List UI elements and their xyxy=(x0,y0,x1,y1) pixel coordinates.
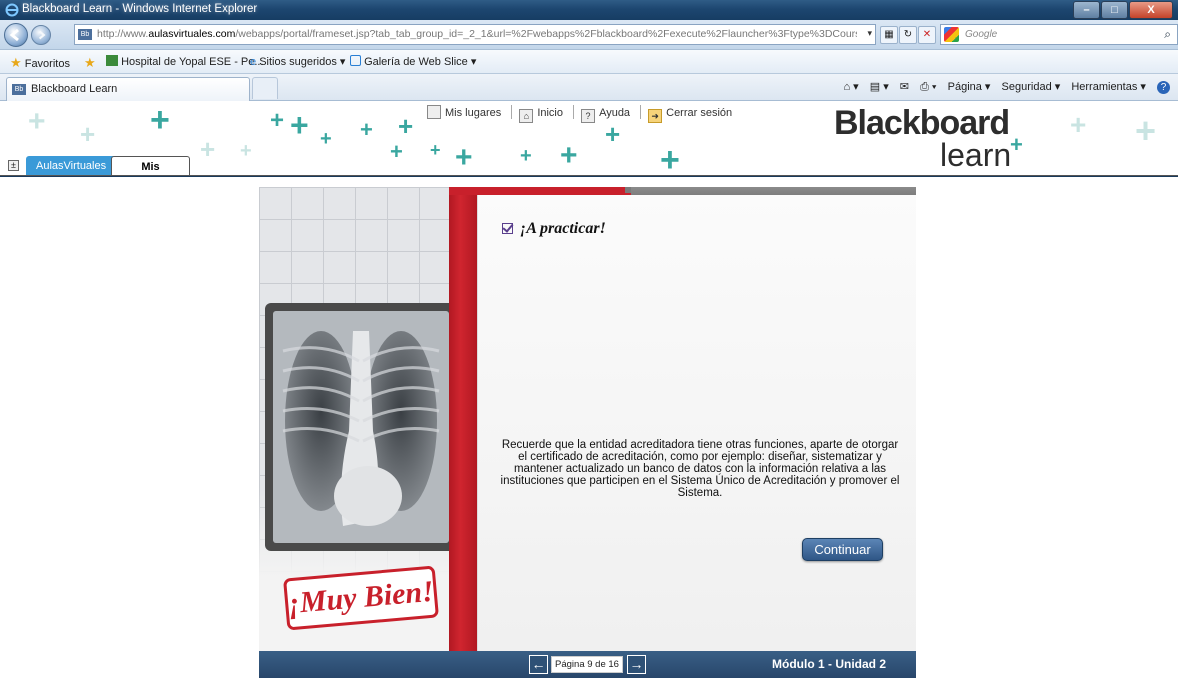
ie-logo-icon xyxy=(5,3,19,17)
fav-link-hospital[interactable]: Hospital de Yopal ESE - Pe... xyxy=(106,55,264,68)
home-icon[interactable]: ⌂ ▾ xyxy=(843,81,858,93)
xray-image-frame xyxy=(265,303,457,551)
home-icon: ⌂ xyxy=(519,109,534,123)
command-bar: ⌂ ▾ ▤ ▾ ✉ ⎙ ▾ Página ▾ Seguridad ▾ Herra… xyxy=(835,80,1170,94)
lesson-footer: ← Página 9 de 16 → Módulo 1 - Unidad 2 xyxy=(259,651,916,678)
link-mis-lugares[interactable]: Mis lugares xyxy=(427,105,501,119)
new-tab-button[interactable] xyxy=(252,77,278,99)
address-bar: Bb http://www.aulasvirtuales.com/webapps… xyxy=(0,20,1178,50)
tab-favicon: Bb xyxy=(12,84,26,95)
tab-mis-cursos[interactable]: Mis Cursos xyxy=(111,156,190,176)
window-controls: – □ X xyxy=(1072,1,1173,19)
search-icon[interactable]: ⌕ xyxy=(1164,27,1171,42)
window-title: Blackboard Learn - Windows Internet Expl… xyxy=(22,3,258,15)
header-divider xyxy=(0,175,1178,176)
places-icon xyxy=(427,105,441,119)
browser-tab-bar: Bb Blackboard Learn ⌂ ▾ ▤ ▾ ✉ ⎙ ▾ Página… xyxy=(0,74,1178,101)
lesson-content: ¡A practicar! Recuerde que la entidad ac… xyxy=(477,195,916,651)
forward-arrow-icon xyxy=(38,30,46,40)
url-text: http://www.aulasvirtuales.com/webapps/po… xyxy=(97,28,857,40)
fav-link-suggested[interactable]: e Sitios sugeridos ▾ xyxy=(250,55,345,68)
link-inicio[interactable]: ⌂ Inicio xyxy=(519,107,563,123)
search-placeholder: Google xyxy=(965,29,998,40)
tab-label: Blackboard Learn xyxy=(31,83,118,95)
lesson-player: ¡Muy Bien! ¡A practicar! Recuerde que la… xyxy=(259,187,916,678)
favorites-bar: ★ Favoritos ★ Hospital de Yopal ESE - Pe… xyxy=(0,50,1178,74)
tab-aulas-virtuales[interactable]: AulasVirtuales xyxy=(26,156,117,176)
back-button[interactable] xyxy=(4,23,28,47)
stamp-text: ¡Muy Bien! xyxy=(286,574,436,621)
help-icon: ? xyxy=(581,109,596,123)
logo-plus-icon: + xyxy=(1010,132,1023,157)
site-favicon: Bb xyxy=(78,29,92,40)
logout-icon: ➜ xyxy=(648,109,663,123)
checkbox-icon xyxy=(502,223,513,234)
learn-logo: learn xyxy=(940,137,1012,173)
compat-view-icon[interactable]: ▦ xyxy=(880,26,898,44)
prev-page-button[interactable]: ← xyxy=(529,655,548,674)
mail-icon[interactable]: ✉ xyxy=(900,81,909,93)
maximize-button[interactable]: □ xyxy=(1101,1,1128,19)
help-icon[interactable]: ? xyxy=(1157,81,1170,94)
star-icon: ★ xyxy=(10,55,22,70)
add-favorite-icon[interactable]: ★ xyxy=(84,55,96,71)
fav-link-webslice[interactable]: Galería de Web Slice ▾ xyxy=(350,55,476,68)
link-ayuda[interactable]: ? Ayuda xyxy=(581,107,630,123)
menu-herramientas[interactable]: Herramientas ▾ xyxy=(1071,81,1146,93)
tab-blackboard-learn[interactable]: Bb Blackboard Learn xyxy=(6,77,250,101)
lesson-paragraph: Recuerde que la entidad acreditadora tie… xyxy=(500,439,900,499)
red-top-strip xyxy=(449,187,639,195)
arrow-left-icon: ← xyxy=(531,656,546,672)
window-titlebar: Blackboard Learn - Windows Internet Expl… xyxy=(0,0,1178,20)
xray-illustration xyxy=(273,311,449,543)
red-divider-band xyxy=(449,187,477,651)
link-cerrar-sesion[interactable]: ➜ Cerrar sesión xyxy=(648,107,732,123)
continuar-button[interactable]: Continuar xyxy=(802,538,883,561)
url-input[interactable]: Bb http://www.aulasvirtuales.com/webapps… xyxy=(74,24,876,45)
page-indicator: Página 9 de 16 xyxy=(551,656,623,673)
url-dropdown-icon[interactable]: ▾ xyxy=(867,28,872,39)
chest-xray-image xyxy=(273,311,449,543)
lesson-heading: ¡A practicar! xyxy=(520,220,606,237)
menu-seguridad[interactable]: Seguridad ▾ xyxy=(1002,81,1061,93)
favorites-button[interactable]: ★ Favoritos xyxy=(10,55,70,71)
close-window-button[interactable]: X xyxy=(1129,1,1173,19)
google-logo-icon xyxy=(944,27,959,42)
next-page-button[interactable]: → xyxy=(627,655,646,674)
minimize-button[interactable]: – xyxy=(1073,1,1100,19)
print-icon[interactable]: ⎙ ▾ xyxy=(920,81,936,93)
blackboard-header: + + + + + + + + + + + + + + + + + + + Mi… xyxy=(0,101,1178,176)
stop-icon[interactable]: ✕ xyxy=(918,26,936,44)
back-arrow-icon xyxy=(9,28,19,42)
arrow-right-icon: → xyxy=(629,656,644,672)
search-input[interactable]: Google ⌕ xyxy=(940,24,1178,45)
menu-pagina[interactable]: Página ▾ xyxy=(948,81,991,93)
bb-top-links: Mis lugares ⌂ Inicio ? Ayuda ➜ Cerrar sesió… xyxy=(427,105,738,123)
refresh-icon[interactable]: ↻ xyxy=(899,26,917,44)
forward-button[interactable] xyxy=(31,25,51,45)
module-label: Módulo 1 - Unidad 2 xyxy=(772,657,886,671)
collapse-toggle-icon[interactable]: ± xyxy=(8,160,19,171)
feeds-icon[interactable]: ▤ ▾ xyxy=(870,81,889,93)
